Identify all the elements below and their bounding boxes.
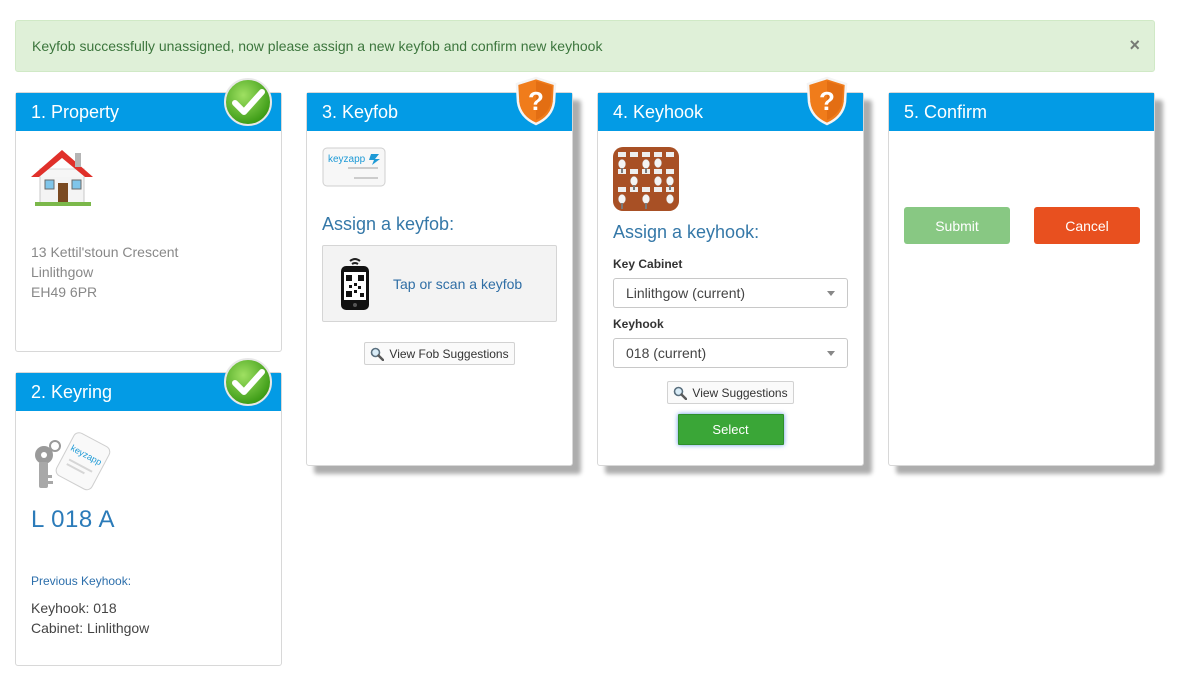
card-brand-text: keyzapp <box>328 154 366 165</box>
confirm-card-title: 5. Confirm <box>889 93 1154 131</box>
submit-button[interactable]: Submit <box>904 207 1010 244</box>
svg-text:?: ? <box>819 86 835 116</box>
view-fob-suggestions-label: View Fob Suggestions <box>389 346 509 361</box>
keyhook-label: Keyhook <box>613 317 664 331</box>
chevron-down-icon <box>827 351 835 356</box>
confirm-card: 5. Confirm Submit Cancel <box>888 92 1155 466</box>
previous-cabinet-value: Cabinet: Linlithgow <box>31 620 150 636</box>
question-shield-icon: ? <box>515 76 557 126</box>
previous-keyhook-label: Previous Keyhook: <box>31 574 132 588</box>
keyring-card: 2. Keyring keyzapp L 018 A Previous Keyh… <box>15 372 282 666</box>
assign-keyfob-title: Assign a keyfob: <box>322 214 455 234</box>
scan-keyfob-text: Tap or scan a keyfob <box>393 275 523 292</box>
keyring-fob-icon: keyzapp <box>35 432 111 491</box>
key-cabinet-value: Linlithgow (current) <box>626 285 746 301</box>
select-button[interactable]: Select <box>677 413 784 445</box>
keyhook-select[interactable]: 018 (current) <box>613 338 848 368</box>
svg-text:?: ? <box>528 86 544 116</box>
scan-keyfob-area[interactable]: Tap or scan a keyfob <box>322 245 557 322</box>
view-suggestions-button[interactable]: View Suggestions <box>667 381 794 404</box>
check-badge-icon <box>224 78 272 126</box>
view-fob-suggestions-button[interactable]: View Fob Suggestions <box>364 342 515 365</box>
assign-keyhook-title: Assign a keyhook: <box>613 222 760 242</box>
address-line: 13 Kettil'stoun Crescent <box>31 244 179 260</box>
cancel-button[interactable]: Cancel <box>1034 207 1140 244</box>
keyhook-board-icon <box>613 147 679 211</box>
keyhook-value: 018 (current) <box>626 345 707 361</box>
address-line: Linlithgow <box>31 264 94 280</box>
check-badge-icon <box>224 358 272 406</box>
alert-message: Keyfob successfully unassigned, now plea… <box>32 38 603 54</box>
address-line: EH49 6PR <box>31 284 98 300</box>
chevron-down-icon <box>827 291 835 296</box>
magnifier-icon <box>371 347 385 361</box>
house-icon <box>31 150 93 206</box>
magnifier-icon <box>674 386 688 400</box>
previous-keyhook-value: Keyhook: 018 <box>31 600 117 616</box>
property-address: 13 Kettil'stoun Crescent Linlithgow EH49… <box>31 242 266 302</box>
success-alert: Keyfob successfully unassigned, now plea… <box>15 20 1155 72</box>
keyhook-card: 4. Keyhook Assign a keyhook: Key Cabinet… <box>597 92 864 466</box>
phone-qr-icon <box>341 257 369 310</box>
question-shield-icon: ? <box>806 76 848 126</box>
view-suggestions-label: View Suggestions <box>692 385 788 400</box>
keyfob-card: 3. Keyfob keyzapp Assign a keyfob: Tap o… <box>306 92 573 466</box>
close-icon[interactable]: × <box>1129 36 1140 54</box>
property-card: 1. Property 13 Kettil'stoun Crescent Lin… <box>15 92 282 352</box>
keyring-code: L 018 A <box>31 506 116 533</box>
key-cabinet-label: Key Cabinet <box>613 257 683 271</box>
key-cabinet-select[interactable]: Linlithgow (current) <box>613 278 848 308</box>
keyzapp-card-icon: keyzapp <box>322 147 386 187</box>
